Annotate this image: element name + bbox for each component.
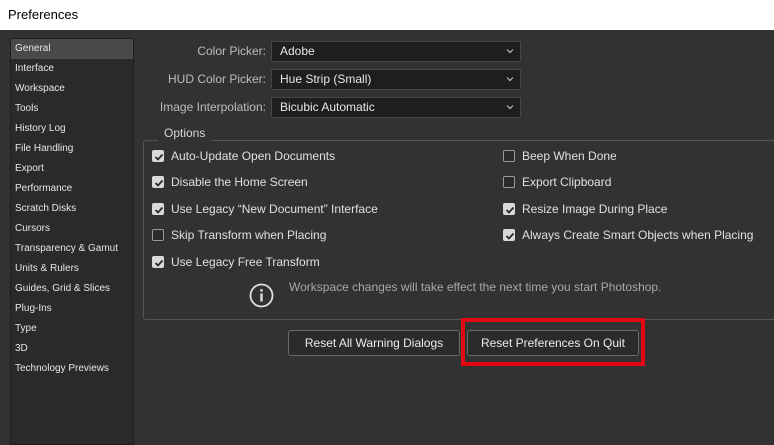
- checkbox-box: [503, 229, 515, 241]
- checkbox-box: [152, 176, 164, 188]
- chevron-down-icon: [506, 105, 514, 110]
- skip-transform-when-placing-checkbox[interactable]: Skip Transform when Placing: [152, 226, 326, 244]
- image-interpolation-value: Bicubic Automatic: [280, 100, 375, 114]
- options-title: Options: [158, 124, 212, 142]
- sidebar-item-guides-grid-slices[interactable]: Guides, Grid & Slices: [11, 279, 133, 299]
- sidebar-item-technology-previews[interactable]: Technology Previews: [11, 359, 133, 379]
- sidebar-item-cursors[interactable]: Cursors: [11, 219, 133, 239]
- checkbox-label: Disable the Home Screen: [171, 175, 308, 189]
- use-legacy-new-document-checkbox[interactable]: Use Legacy “New Document” Interface: [152, 200, 378, 218]
- sidebar-item-scratch-disks[interactable]: Scratch Disks: [11, 199, 133, 219]
- sidebar-item-export[interactable]: Export: [11, 159, 133, 179]
- sidebar-item-3d[interactable]: 3D: [11, 339, 133, 359]
- resize-image-during-place-checkbox[interactable]: Resize Image During Place: [503, 200, 667, 218]
- color-picker-select[interactable]: Adobe: [271, 41, 521, 62]
- sidebar-item-performance[interactable]: Performance: [11, 179, 133, 199]
- workspace-info-text: Workspace changes will take effect the n…: [289, 280, 662, 294]
- hud-color-picker-value: Hue Strip (Small): [280, 72, 372, 86]
- use-legacy-free-transform-checkbox[interactable]: Use Legacy Free Transform: [152, 253, 320, 271]
- checkbox-box: [503, 176, 515, 188]
- hud-color-picker-label: HUD Color Picker:: [167, 72, 266, 86]
- beep-when-done-checkbox[interactable]: Beep When Done: [503, 147, 617, 165]
- checkbox-box: [503, 203, 515, 215]
- chevron-down-icon: [506, 49, 514, 54]
- sidebar-item-history-log[interactable]: History Log: [11, 119, 133, 139]
- checkbox-box: [152, 229, 164, 241]
- checkbox-box: [152, 203, 164, 215]
- sidebar-item-type[interactable]: Type: [11, 319, 133, 339]
- reset-all-warning-dialogs-button[interactable]: Reset All Warning Dialogs: [288, 330, 460, 356]
- auto-update-open-documents-checkbox[interactable]: Auto-Update Open Documents: [152, 147, 335, 165]
- sidebar-item-plug-ins[interactable]: Plug-Ins: [11, 299, 133, 319]
- disable-home-screen-checkbox[interactable]: Disable the Home Screen: [152, 173, 308, 191]
- image-interpolation-label: Image Interpolation:: [159, 100, 266, 114]
- export-clipboard-checkbox[interactable]: Export Clipboard: [503, 173, 611, 191]
- checkbox-label: Export Clipboard: [522, 175, 612, 189]
- chevron-down-icon: [506, 77, 514, 82]
- checkbox-label: Use Legacy Free Transform: [171, 255, 320, 269]
- checkbox-box: [503, 150, 515, 162]
- checkbox-box: [152, 256, 164, 268]
- sidebar-item-units-rulers[interactable]: Units & Rulers: [11, 259, 133, 279]
- highlight-box: [461, 318, 645, 366]
- window-title: Preferences: [0, 0, 774, 30]
- sidebar-item-file-handling[interactable]: File Handling: [11, 139, 133, 159]
- checkbox-box: [152, 150, 164, 162]
- color-picker-value: Adobe: [280, 44, 315, 58]
- sidebar-item-transparency-gamut[interactable]: Transparency & Gamut: [11, 239, 133, 259]
- color-picker-label: Color Picker:: [197, 44, 266, 58]
- checkbox-label: Skip Transform when Placing: [171, 228, 327, 242]
- checkbox-label: Auto-Update Open Documents: [171, 149, 336, 163]
- checkbox-label: Use Legacy “New Document” Interface: [171, 202, 378, 216]
- always-create-smart-objects-checkbox[interactable]: Always Create Smart Objects when Placing: [503, 226, 753, 244]
- info-icon: [249, 283, 274, 308]
- checkbox-label: Always Create Smart Objects when Placing: [522, 228, 754, 242]
- hud-color-picker-select[interactable]: Hue Strip (Small): [271, 69, 521, 90]
- image-interpolation-select[interactable]: Bicubic Automatic: [271, 97, 521, 118]
- checkbox-label: Resize Image During Place: [522, 202, 668, 216]
- checkbox-label: Beep When Done: [522, 149, 617, 163]
